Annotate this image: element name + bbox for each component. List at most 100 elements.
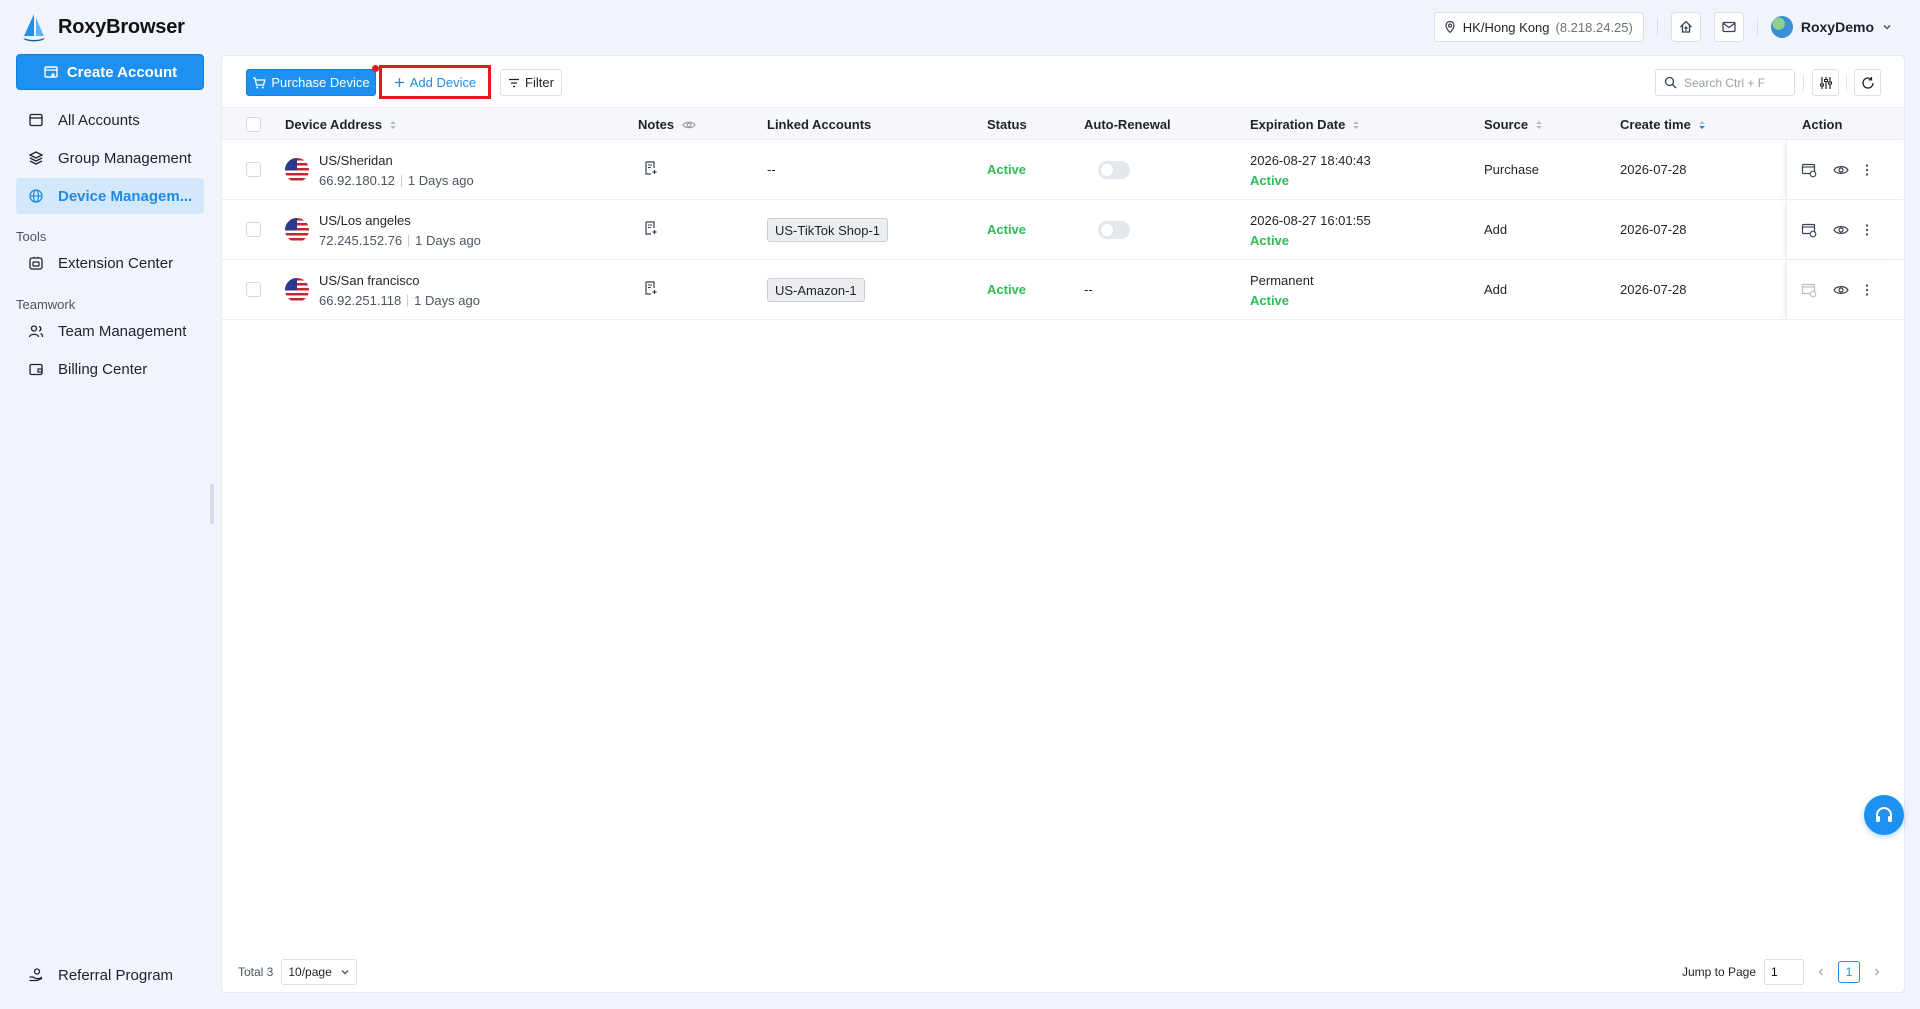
- select-all-checkbox[interactable]: [246, 117, 261, 132]
- add-device-button[interactable]: Add Device: [385, 71, 485, 93]
- sidebar: Create Account All Accounts Group Manage…: [0, 54, 216, 1009]
- team-icon: [28, 325, 44, 338]
- sort-icon[interactable]: [1353, 120, 1360, 129]
- linked-account-tag[interactable]: US-TikTok Shop-1: [767, 218, 888, 242]
- column-settings-button[interactable]: [1812, 69, 1839, 96]
- notification-dot: [372, 65, 379, 72]
- row-checkbox[interactable]: [246, 222, 261, 237]
- device-ip: 72.245.152.76: [319, 233, 403, 248]
- brand: RoxyBrowser: [20, 12, 185, 42]
- sidebar-item-billing-center[interactable]: Billing Center: [16, 351, 204, 387]
- column-header-created[interactable]: Create time: [1620, 108, 1705, 141]
- sidebar-item-label: Device Managem...: [58, 187, 193, 205]
- wallet-icon: [29, 363, 43, 376]
- support-button[interactable]: [1864, 795, 1904, 835]
- linked-accounts-empty: --: [767, 162, 776, 177]
- user-menu[interactable]: RoxyDemo: [1770, 16, 1892, 38]
- eye-icon[interactable]: [682, 118, 696, 132]
- jump-label: Jump to Page: [1681, 965, 1756, 979]
- messages-button[interactable]: [1713, 12, 1744, 42]
- filter-button[interactable]: Filter: [500, 69, 562, 96]
- search-box[interactable]: [1655, 69, 1795, 96]
- sidebar-item-group-management[interactable]: Group Management: [16, 140, 204, 176]
- create-account-button[interactable]: Create Account: [16, 54, 204, 90]
- location-pin-icon: [1445, 20, 1455, 34]
- expiration-date: Permanent: [1250, 273, 1314, 288]
- sidebar-item-extension-center[interactable]: Extension Center: [16, 245, 204, 281]
- pagination-right: Jump to Page 1: [1682, 959, 1886, 985]
- note-edit-icon: [645, 281, 657, 295]
- app-header: RoxyBrowser HK/Hong Kong (8.218.24.25) R…: [0, 0, 1920, 54]
- auto-renewal-toggle[interactable]: [1098, 161, 1130, 179]
- extension-icon: [29, 256, 43, 270]
- create-time-value: 2026-07-28: [1620, 282, 1687, 297]
- header-right: HK/Hong Kong (8.218.24.25) RoxyDemo: [1433, 12, 1892, 42]
- device-transfer-button[interactable]: [1799, 160, 1819, 180]
- chevron-down-icon: [341, 970, 349, 975]
- expiration-date: 2026-08-27 18:40:43: [1250, 153, 1371, 168]
- sidebar-item-referral-program[interactable]: Referral Program: [16, 957, 173, 993]
- sort-icon[interactable]: [1536, 120, 1543, 129]
- refresh-button[interactable]: [1854, 69, 1881, 96]
- header-divider: [1656, 18, 1658, 36]
- more-button[interactable]: [1857, 280, 1877, 300]
- sidebar-item-device-management[interactable]: Device Managem...: [16, 178, 204, 214]
- purchase-device-button[interactable]: Purchase Device: [246, 69, 376, 96]
- view-button[interactable]: [1831, 160, 1851, 180]
- sidebar-item-team-management[interactable]: Team Management: [16, 313, 204, 349]
- add-note-button[interactable]: [643, 220, 659, 236]
- more-button[interactable]: [1857, 160, 1877, 180]
- view-button[interactable]: [1831, 280, 1851, 300]
- prev-page-button[interactable]: [1812, 961, 1830, 983]
- more-button[interactable]: [1857, 220, 1877, 240]
- device-transfer-button[interactable]: [1799, 220, 1819, 240]
- layers-icon: [28, 151, 44, 165]
- pagination-left: Total 3 10/page: [238, 959, 357, 985]
- sidebar-resize-handle[interactable]: [210, 484, 214, 524]
- expiration-date: 2026-08-27 16:01:55: [1250, 213, 1371, 228]
- table-row: US/Los angeles 72.245.152.76 1 Days ago …: [222, 200, 1904, 260]
- total-count: Total 3: [238, 965, 274, 979]
- create-time-value: 2026-07-28: [1620, 222, 1687, 237]
- linked-account-tag[interactable]: US-Amazon-1: [767, 278, 865, 302]
- device-location: US/San francisco: [319, 273, 420, 288]
- source-value: Add: [1484, 282, 1508, 297]
- sailboat-logo-icon: [23, 14, 45, 42]
- page-size-select[interactable]: 10/page: [281, 959, 357, 985]
- sliders-icon: [1819, 76, 1832, 89]
- device-age: 1 Days ago: [414, 293, 480, 308]
- sort-icon[interactable]: [1698, 120, 1705, 129]
- add-note-button[interactable]: [643, 280, 659, 296]
- proxy-location-pill[interactable]: HK/Hong Kong (8.218.24.25): [1433, 12, 1644, 42]
- sidebar-item-all-accounts[interactable]: All Accounts: [16, 102, 204, 138]
- sort-icon[interactable]: [390, 120, 397, 129]
- jump-to-page-input[interactable]: [1764, 959, 1804, 985]
- device-ip-line: 66.92.251.118 1 Days ago: [319, 293, 480, 308]
- create-time-value: 2026-07-28: [1620, 162, 1687, 177]
- auto-renewal-toggle[interactable]: [1098, 221, 1130, 239]
- toolbar: Purchase Device Add Device Filter: [222, 56, 1904, 107]
- sidebar-item-label: Group Management: [58, 149, 192, 167]
- more-vertical-icon: [1865, 224, 1869, 236]
- plus-icon: [394, 77, 404, 87]
- note-edit-icon: [645, 221, 657, 235]
- add-note-button[interactable]: [643, 160, 659, 176]
- column-header-expiration[interactable]: Expiration Date: [1250, 108, 1360, 141]
- device-ip-line: 72.245.152.76 1 Days ago: [319, 233, 481, 248]
- view-button[interactable]: [1831, 220, 1851, 240]
- action-cell: [1786, 140, 1904, 200]
- search-input[interactable]: [1684, 75, 1784, 90]
- row-checkbox[interactable]: [246, 282, 261, 297]
- column-header-address[interactable]: Device Address: [285, 108, 397, 141]
- upgrade-button[interactable]: [1670, 12, 1701, 42]
- expiration-status: Active: [1250, 293, 1290, 308]
- next-page-button[interactable]: [1868, 961, 1886, 983]
- column-label: Device Address: [285, 117, 383, 132]
- device-transfer-button-disabled: [1799, 280, 1819, 300]
- device-age: 1 Days ago: [407, 173, 474, 188]
- cart-icon: [253, 76, 266, 88]
- page-number-current[interactable]: 1: [1838, 961, 1860, 983]
- eye-icon: [1833, 286, 1849, 294]
- column-header-source[interactable]: Source: [1484, 108, 1543, 141]
- row-checkbox[interactable]: [246, 162, 261, 177]
